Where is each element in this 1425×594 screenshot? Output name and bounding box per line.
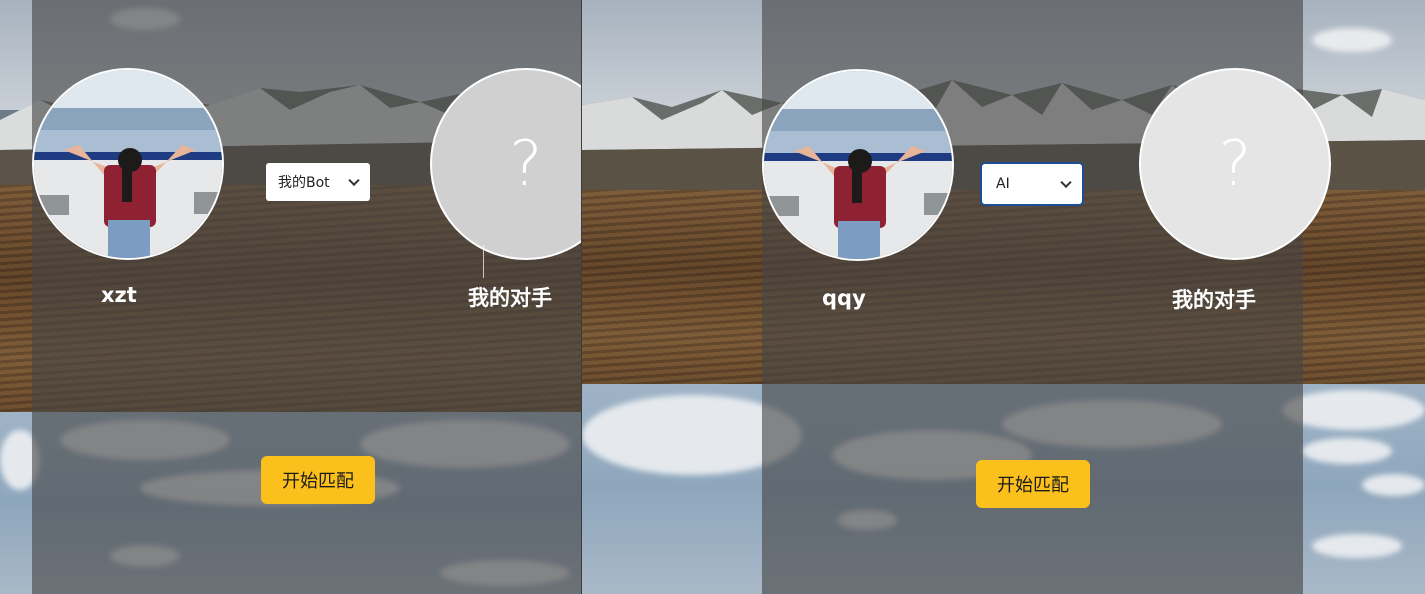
- bot-select[interactable]: 我的Bot: [266, 163, 370, 201]
- start-match-button[interactable]: 开始匹配: [261, 456, 375, 504]
- mode-select[interactable]: AI: [982, 164, 1082, 204]
- opponent-avatar: ?: [1139, 68, 1331, 260]
- bot-select-value: 我的Bot: [278, 175, 330, 191]
- opponent-name: 我的对手: [1172, 288, 1256, 312]
- match-screen: ? 我的Bot xzt 我的对手 开始匹配 ? AI qqy 我的对手 开始匹配: [0, 0, 1425, 594]
- question-mark-icon: ?: [509, 127, 543, 200]
- left-match-panel: ? 我的Bot xzt 我的对手 开始匹配: [0, 0, 581, 594]
- player-name: xzt: [101, 283, 137, 307]
- divider-line: [483, 245, 484, 278]
- player-avatar: [762, 69, 954, 261]
- question-mark-icon: ?: [1218, 127, 1252, 200]
- right-match-panel: ? AI qqy 我的对手 开始匹配: [582, 0, 1425, 594]
- mode-select-value: AI: [996, 176, 1010, 192]
- opponent-name: 我的对手: [468, 286, 552, 310]
- chevron-down-icon: [348, 174, 360, 187]
- player-avatar: [32, 68, 224, 260]
- player-name: qqy: [822, 286, 866, 310]
- chevron-down-icon: [1060, 176, 1072, 189]
- start-match-button[interactable]: 开始匹配: [976, 460, 1090, 508]
